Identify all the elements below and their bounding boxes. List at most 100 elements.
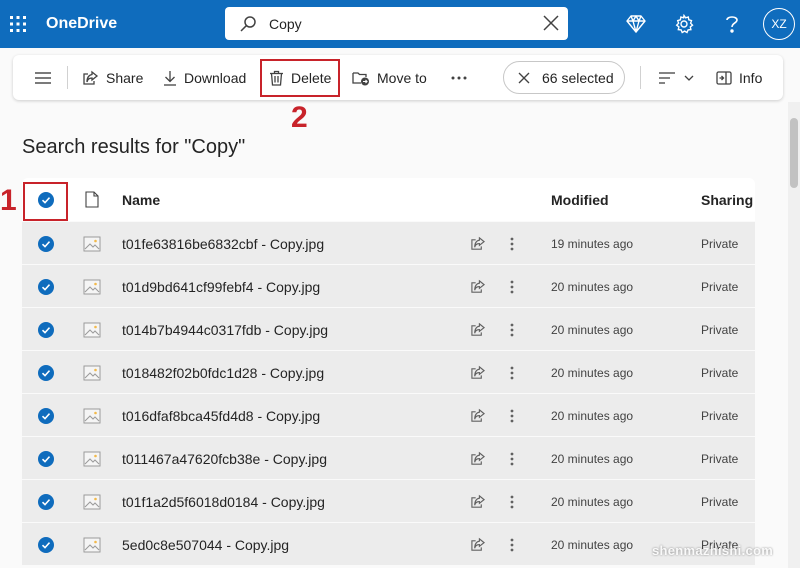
search-box [225,7,568,40]
sharing-status: Private [701,408,739,423]
scrollbar-thumb[interactable] [790,118,798,188]
row-share-icon[interactable] [468,351,488,394]
checkmark-circle-icon [38,321,54,338]
sort-lines-icon [659,71,675,84]
premium-diamond-icon[interactable] [624,12,648,36]
file-name[interactable]: t016dfaf8bca45fd4d8 - Copy.jpg [122,394,320,437]
watermark: shenmazhishi.com [652,543,774,558]
download-button[interactable]: Download [163,55,246,100]
info-label: Info [739,69,763,86]
modified-time: 19 minutes ago [551,236,634,251]
toolbar-divider [67,66,68,89]
waffle-icon [10,16,26,32]
annotation-step-2: 2 [291,101,308,134]
checkmark-circle-icon [38,235,54,252]
app-brand[interactable]: OneDrive [46,0,117,48]
row-share-icon[interactable] [468,394,488,437]
modified-time: 20 minutes ago [551,451,634,466]
command-bar: Share Download Delete Move to 66 selecte… [13,55,783,100]
row-share-icon[interactable] [468,480,488,523]
app-header: OneDrive XZ [0,0,800,48]
move-to-button[interactable]: Move to [352,55,427,100]
row-share-icon[interactable] [468,265,488,308]
more-horizontal-icon [451,76,467,79]
file-name[interactable]: t01fe63816be6832cbf - Copy.jpg [122,222,324,265]
file-name[interactable]: t018482f02b0fdc1d28 - Copy.jpg [122,351,324,394]
info-button[interactable]: Info [716,55,762,100]
checkmark-circle-icon [38,407,54,424]
row-more-icon[interactable] [504,222,520,265]
clear-search-icon[interactable] [542,14,560,37]
search-icon [239,15,257,38]
selected-count-label: 66 selected [542,69,614,86]
row-more-icon[interactable] [504,437,520,480]
row-more-icon[interactable] [504,308,520,351]
row-more-icon[interactable] [504,351,520,394]
row-more-icon[interactable] [504,394,520,437]
file-type-header-icon [82,178,102,221]
help-question-icon[interactable] [720,12,744,36]
table-row[interactable]: t016dfaf8bca45fd4d8 - Copy.jpg 20 minutes… [22,393,755,436]
row-share-icon[interactable] [468,523,488,566]
table-row[interactable]: t018482f02b0fdc1d28 - Copy.jpg 20 minutes… [22,350,755,393]
row-more-icon[interactable] [504,265,520,308]
table-row[interactable]: t01fe63816be6832cbf - Copy.jpg 19 minutes… [22,221,755,264]
avatar[interactable]: XZ [763,8,795,40]
file-name[interactable]: t014b7b4944c0317fdb - Copy.jpg [122,308,328,351]
modified-time: 20 minutes ago [551,279,634,294]
row-share-icon[interactable] [468,437,488,480]
image-file-icon [82,394,102,437]
row-checkbox[interactable] [36,523,56,566]
row-share-icon[interactable] [468,308,488,351]
image-file-icon [82,351,102,394]
table-row[interactable]: 5ed0c8e507044 - Copy.jpg 20 minutes ago Pr… [22,522,755,565]
sharing-status: Private [701,494,739,509]
info-pane-icon [716,70,732,85]
annotation-step-1: 1 [0,184,17,217]
list-body: t01fe63816be6832cbf - Copy.jpg 19 minutes… [22,221,755,565]
file-name[interactable]: t01f1a2d5f6018d0184 - Copy.jpg [122,480,325,523]
modified-time: 20 minutes ago [551,365,634,380]
file-name[interactable]: t011467a47620fcb38e - Copy.jpg [122,437,327,480]
selection-count-pill[interactable]: 66 selected [503,61,625,94]
menu-hamburger-button[interactable] [33,55,53,100]
search-input[interactable] [269,13,529,35]
app-launcher-button[interactable] [0,0,36,48]
row-checkbox[interactable] [36,394,56,437]
sort-button[interactable] [659,55,694,100]
row-more-icon[interactable] [504,480,520,523]
row-checkbox[interactable] [36,351,56,394]
hamburger-icon [35,71,51,84]
modified-time: 20 minutes ago [551,322,634,337]
sharing-status: Private [701,279,739,294]
annotation-highlight-delete [260,59,340,97]
row-checkbox[interactable] [36,437,56,480]
list-header: Name Modified Sharing [22,178,755,221]
file-list: Name Modified Sharing t01fe63816be6832cb… [22,178,755,565]
checkmark-circle-icon [38,536,54,553]
image-file-icon [82,265,102,308]
row-more-icon[interactable] [504,523,520,566]
settings-gear-icon[interactable] [672,12,696,36]
download-icon [163,70,177,86]
column-header-sharing[interactable]: Sharing [701,178,753,221]
file-name[interactable]: 5ed0c8e507044 - Copy.jpg [122,523,289,566]
more-commands-button[interactable] [451,55,467,100]
vertical-scrollbar[interactable] [788,102,800,568]
sharing-status: Private [701,451,739,466]
checkmark-circle-icon [38,278,54,295]
row-checkbox[interactable] [36,222,56,265]
column-header-name[interactable]: Name [122,178,160,221]
row-checkbox[interactable] [36,308,56,351]
table-row[interactable]: t014b7b4944c0317fdb - Copy.jpg 20 minutes… [22,307,755,350]
share-label: Share [106,69,144,86]
column-header-modified[interactable]: Modified [551,178,609,221]
table-row[interactable]: t01f1a2d5f6018d0184 - Copy.jpg 20 minutes… [22,479,755,522]
share-button[interactable]: Share [82,55,143,100]
row-checkbox[interactable] [36,265,56,308]
row-checkbox[interactable] [36,480,56,523]
row-share-icon[interactable] [468,222,488,265]
table-row[interactable]: t01d9bd641cf99febf4 - Copy.jpg 20 minutes… [22,264,755,307]
table-row[interactable]: t011467a47620fcb38e - Copy.jpg 20 minutes… [22,436,755,479]
file-name[interactable]: t01d9bd641cf99febf4 - Copy.jpg [122,265,320,308]
